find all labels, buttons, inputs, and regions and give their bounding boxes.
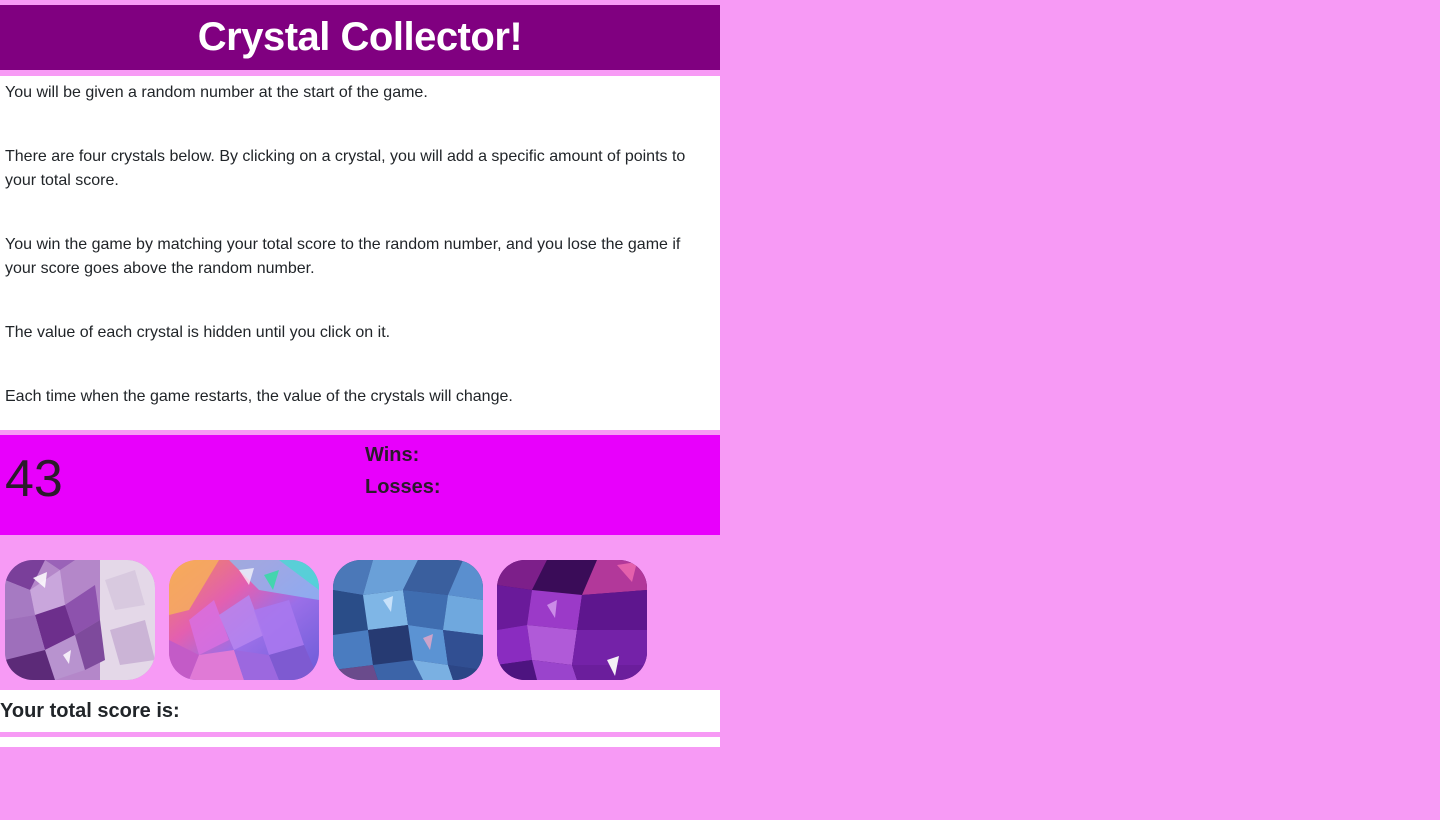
instruction-text: You will be given a random number at the… [5, 84, 428, 101]
crystal-button-4[interactable] [497, 560, 647, 680]
instruction-text: The value of each crystal is hidden unti… [5, 324, 391, 341]
crystal-row [5, 560, 647, 680]
win-loss-stats: Wins: Losses: [365, 439, 441, 503]
wins-row: Wins: [365, 439, 441, 471]
crystal-button-1[interactable] [5, 560, 155, 680]
instruction-text: There are four crystals below. By clicki… [5, 148, 686, 189]
total-score-label: Your total score is: [0, 699, 180, 722]
status-message-bar [0, 737, 720, 747]
random-target-number: 43 [5, 450, 63, 508]
purple-crystal-icon [497, 560, 647, 680]
total-score-bar: Your total score is: [0, 690, 720, 732]
blue-crystal-icon [333, 560, 483, 680]
instruction-text: Each time when the game restarts, the va… [5, 388, 513, 405]
title-bar: Crystal Collector! [0, 5, 720, 70]
amethyst-crystal-icon [5, 560, 155, 680]
instruction-text: You win the game by matching your total … [5, 236, 681, 277]
crystal-button-2[interactable] [169, 560, 319, 680]
rainbow-crystal-icon [169, 560, 319, 680]
instructions-panel: You will be given a random number at the… [0, 76, 720, 430]
wins-label: Wins: [365, 444, 420, 466]
score-panel: 43 Wins: Losses: [0, 435, 720, 535]
losses-row: Losses: [365, 471, 441, 503]
losses-label: Losses: [365, 476, 441, 498]
crystal-button-3[interactable] [333, 560, 483, 680]
page-title: Crystal Collector! [197, 15, 523, 59]
